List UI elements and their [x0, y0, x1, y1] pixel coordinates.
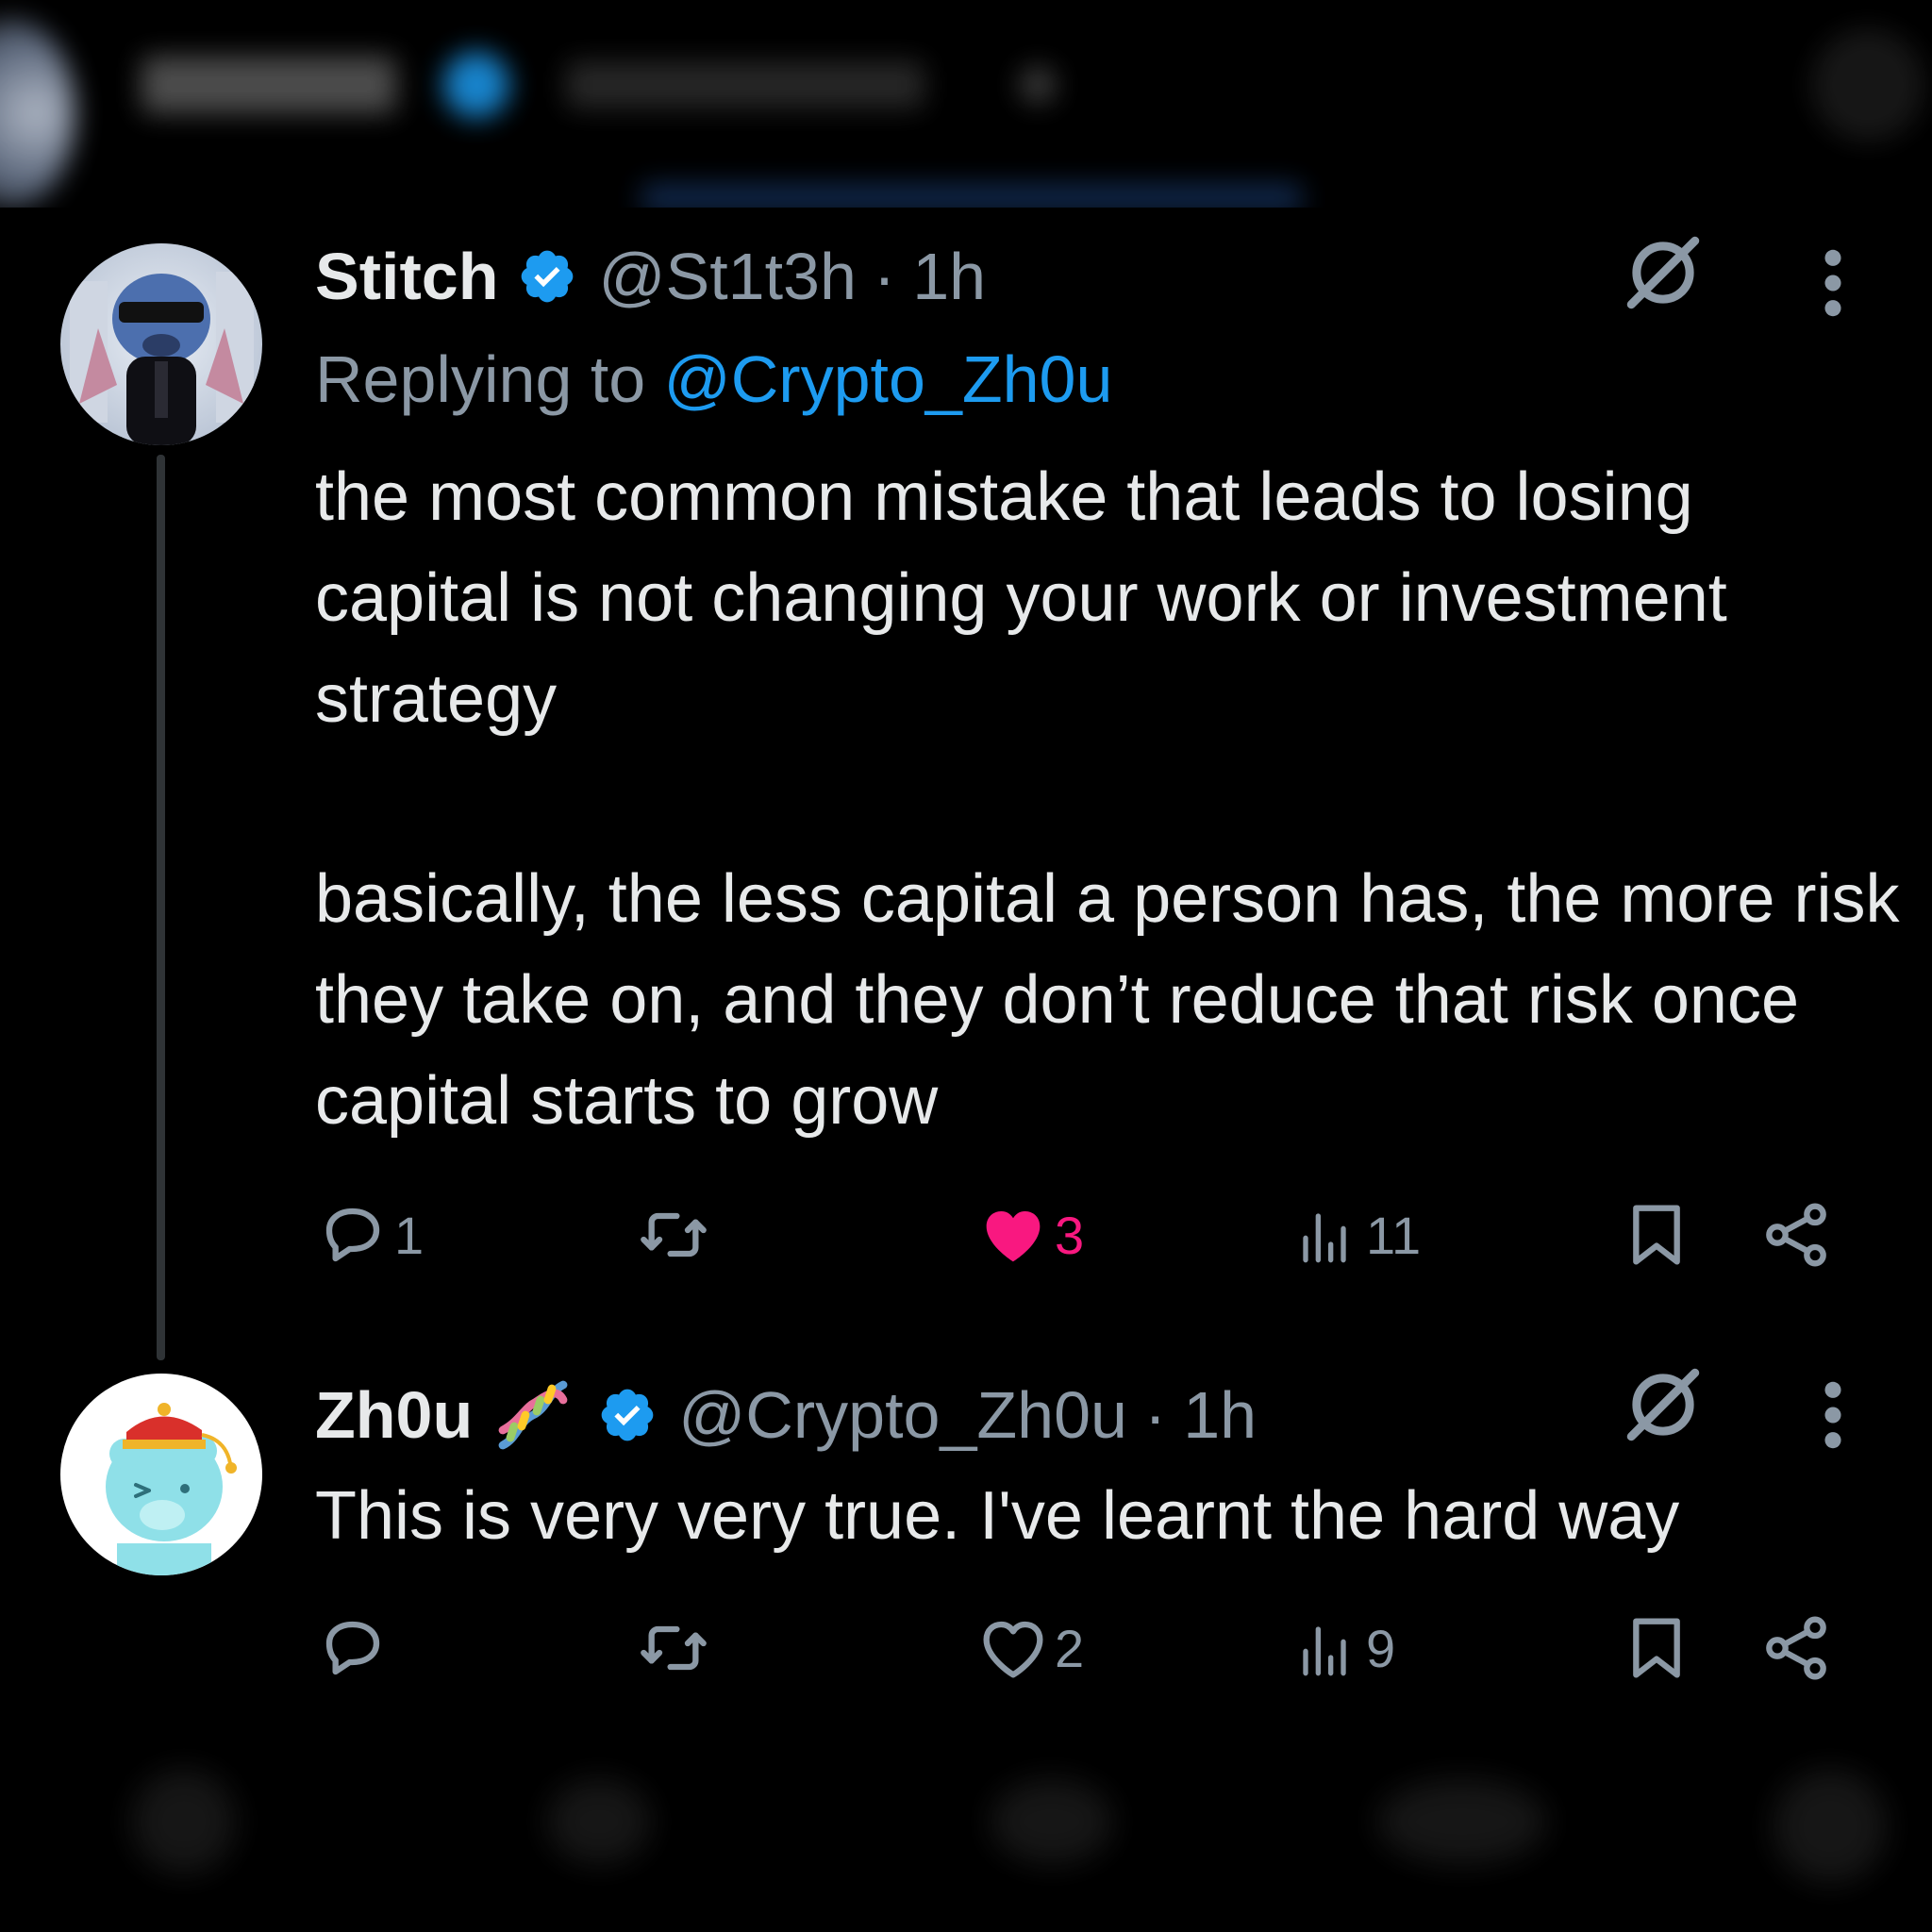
- tweet-stitch[interactable]: Stitch @St1t3h · 1h Replying to @Crypto_…: [0, 0, 1932, 1358]
- reply-count: 1: [394, 1205, 425, 1265]
- tweet-text-paragraph-1: the most common mistake that leads to lo…: [315, 459, 1727, 737]
- reply-button[interactable]: 1: [315, 1192, 424, 1277]
- reply-icon: [325, 1208, 380, 1262]
- replying-to-label: Replying to: [315, 342, 646, 416]
- replying-to: Replying to @Crypto_Zh0u: [315, 341, 1112, 417]
- reply-icon: [325, 1621, 380, 1675]
- share-button[interactable]: [1758, 1192, 1834, 1277]
- avatar[interactable]: [60, 1374, 262, 1575]
- bookmark-button[interactable]: [1619, 1606, 1694, 1690]
- bookmark-icon: [1633, 1618, 1680, 1678]
- blurred-nav-item: [547, 1779, 651, 1864]
- views-button[interactable]: 9: [1287, 1606, 1395, 1690]
- tweet-text-paragraph-1: This is very very true. I've learnt the …: [315, 1478, 1680, 1554]
- user-handle[interactable]: @Crypto_Zh0u: [678, 1377, 1127, 1453]
- blurred-nav-item: [132, 1770, 236, 1874]
- view-count: 11: [1366, 1205, 1422, 1265]
- like-button[interactable]: 2: [975, 1606, 1084, 1690]
- views-icon: [1303, 1626, 1346, 1676]
- share-button[interactable]: [1758, 1606, 1834, 1690]
- action-bar: 2 9: [315, 1606, 1900, 1690]
- heart-icon: [986, 1211, 1041, 1262]
- grok-icon[interactable]: [1621, 230, 1706, 315]
- grok-icon[interactable]: [1621, 1362, 1706, 1447]
- replying-to-mention[interactable]: @Crypto_Zh0u: [664, 342, 1113, 416]
- like-count: 3: [1055, 1205, 1085, 1265]
- blurred-nav-item: [1377, 1779, 1547, 1864]
- timestamp[interactable]: 1h: [912, 239, 986, 314]
- share-icon: [1766, 1616, 1826, 1680]
- like-count: 2: [1055, 1618, 1085, 1678]
- more-vertical-icon[interactable]: [1819, 245, 1847, 321]
- tweet-zh0u[interactable]: Zh0u @Crypto_Zh0u · 1h This is very very…: [0, 1358, 1932, 1717]
- dna-emoji-icon: [498, 1380, 568, 1450]
- verified-badge-icon[interactable]: [517, 246, 577, 307]
- bookmark-icon: [1633, 1205, 1680, 1265]
- tweet-header: Zh0u @Crypto_Zh0u · 1h: [315, 1358, 1257, 1472]
- avatar[interactable]: [60, 243, 262, 445]
- blurred-bottom-navigation: [0, 1723, 1932, 1932]
- reply-button[interactable]: [315, 1606, 394, 1690]
- share-icon: [1766, 1203, 1826, 1267]
- tweet-header: Stitch @St1t3h · 1h: [315, 234, 986, 319]
- retweet-button[interactable]: [636, 1606, 715, 1690]
- heart-icon: [983, 1621, 1043, 1678]
- separator-dot: ·: [1143, 1378, 1167, 1452]
- zh0u-avatar-image: [60, 1374, 262, 1575]
- separator-dot: ·: [873, 240, 896, 313]
- verified-badge-icon[interactable]: [597, 1385, 658, 1445]
- retweet-icon: [641, 1625, 707, 1671]
- action-bar: 1 3 11: [315, 1192, 1900, 1277]
- bookmark-button[interactable]: [1619, 1192, 1694, 1277]
- view-count: 9: [1366, 1618, 1396, 1678]
- stitch-avatar-image: [60, 243, 262, 445]
- tweet-text-paragraph-2: basically, the less capital a person has…: [315, 861, 1900, 1139]
- more-vertical-icon[interactable]: [1819, 1377, 1847, 1453]
- retweet-button[interactable]: [636, 1192, 715, 1277]
- display-name[interactable]: Zh0u: [315, 1377, 473, 1453]
- views-icon: [1303, 1213, 1346, 1263]
- user-handle[interactable]: @St1t3h: [598, 239, 856, 314]
- views-button[interactable]: 11: [1287, 1192, 1421, 1277]
- like-button[interactable]: 3: [975, 1192, 1084, 1277]
- timestamp[interactable]: 1h: [1183, 1377, 1257, 1453]
- display-name[interactable]: Stitch: [315, 239, 498, 314]
- retweet-icon: [641, 1212, 707, 1257]
- blurred-nav-item: [991, 1779, 1113, 1864]
- blurred-nav-item: [1774, 1770, 1887, 1883]
